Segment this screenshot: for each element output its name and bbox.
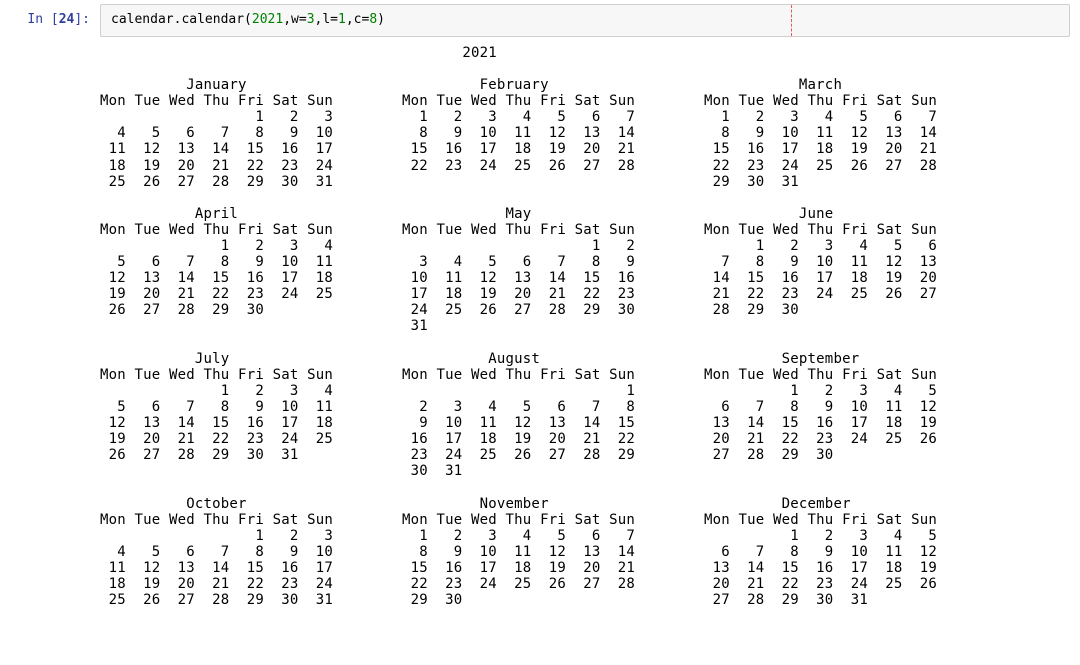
code-input[interactable]: calendar.calendar(2021,w=3,l=1,c=8) xyxy=(100,4,1070,37)
code-token: ) xyxy=(377,12,385,27)
code-w: 3 xyxy=(307,12,315,27)
ruler-line xyxy=(791,5,792,36)
prompt-exec-count: 24 xyxy=(59,12,75,27)
output-calendar: 2021 January February March Mon Tue Wed … xyxy=(0,37,1080,618)
code-token: ,c= xyxy=(346,12,369,27)
code-token: calendar.calendar( xyxy=(111,12,252,27)
code-token: ,w= xyxy=(283,12,306,27)
prompt-in-label: In xyxy=(27,12,43,27)
code-year: 2021 xyxy=(252,12,283,27)
code-cell: In [24]: calendar.calendar(2021,w=3,l=1,… xyxy=(0,0,1080,37)
code-token: ,l= xyxy=(315,12,338,27)
input-prompt: In [24]: xyxy=(0,4,100,27)
code-c: 8 xyxy=(369,12,377,27)
code-l: 1 xyxy=(338,12,346,27)
